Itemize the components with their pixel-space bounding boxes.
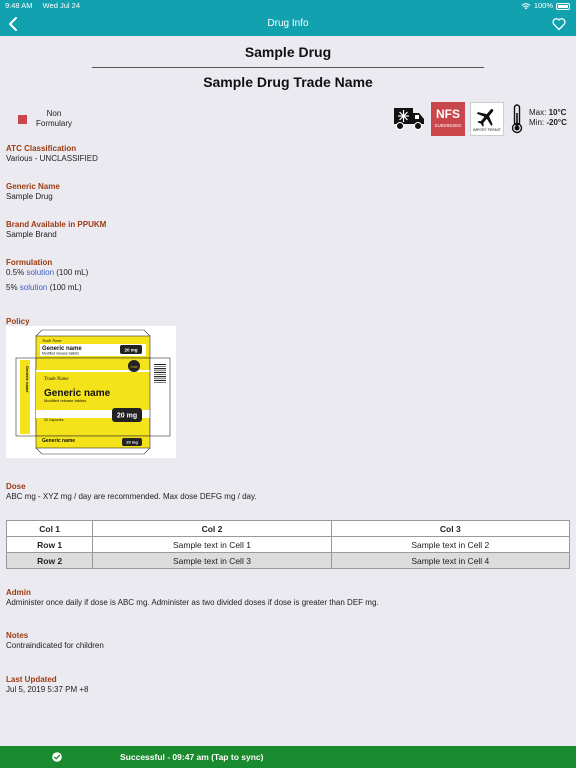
storage-temperature: Max: 10°C Min: -20°C [529, 108, 567, 128]
formulation-section: Formulation 0.5% solution (100 mL) 5% so… [6, 258, 88, 293]
title-divider [92, 67, 484, 68]
formulation-item: 0.5% solution (100 mL) [6, 268, 88, 278]
notes-value: Contraindicated for children [6, 641, 104, 650]
airplane-icon [476, 109, 494, 127]
check-circle-icon [52, 752, 62, 762]
table-cell: Sample text in Cell 2 [330, 536, 571, 553]
table-cell: Sample text in Cell 3 [92, 552, 332, 569]
nav-title: Drug Info [267, 18, 309, 29]
table-cell: Sample text in Cell 1 [92, 536, 332, 553]
table-cell: Sample text in Cell 4 [330, 552, 571, 569]
table-cell: Row 2 [5, 552, 94, 569]
last-updated-label: Last Updated [6, 675, 57, 684]
status-right: 100% [521, 0, 570, 12]
formulary-color-swatch [18, 115, 27, 124]
sync-bar[interactable]: Successful - 09:47 am (Tap to sync) [0, 746, 576, 768]
svg-text:30 Capsules: 30 Capsules [44, 418, 64, 422]
notes-section: Notes Contraindicated for children [6, 631, 104, 651]
battery-percent: 100% [533, 1, 553, 10]
formulation-item: 5% solution (100 mL) [6, 283, 88, 293]
wifi-icon [521, 3, 531, 10]
status-bar: 9:48 AM Wed Jul 24 100% [0, 0, 576, 12]
dose-label: Dose [6, 482, 26, 491]
nfs-subsidized-badge: NFS SUBSIDIZED [431, 102, 465, 136]
svg-text:Generic name: Generic name [25, 366, 30, 393]
table-header: Col 2 [92, 520, 332, 537]
temp-min-value: -20°C [546, 118, 567, 127]
formulation-strength: 0.5% [6, 268, 27, 277]
formulary-line1: Non [46, 109, 62, 118]
formulary-label: Non Formulary [31, 109, 77, 129]
svg-text:Modified release tablets: Modified release tablets [44, 398, 86, 403]
svg-text:Generic name: Generic name [42, 438, 75, 444]
last-updated-value: Jul 5, 2019 5:37 PM +8 [6, 685, 89, 694]
status-date: Wed Jul 24 [42, 1, 81, 10]
drug-name: Sample Drug [244, 44, 332, 60]
generic-value: Sample Drug [6, 192, 53, 201]
drug-trade-name: Sample Drug Trade Name [203, 74, 373, 90]
table-row: Row 1 Sample text in Cell 1 Sample text … [5, 536, 571, 553]
formulary-line2: Formulary [35, 119, 72, 128]
heart-icon[interactable] [552, 17, 566, 31]
svg-text:Logo: Logo [129, 365, 137, 369]
table-cell: Row 1 [5, 536, 94, 553]
cold-chain-truck-icon [394, 108, 424, 130]
table-header-row: Col 1 Col 2 Col 3 [5, 520, 571, 537]
policy-package-image[interactable]: Trade Name Generic name Modified release… [6, 326, 176, 458]
temp-min-label: Min: [529, 118, 545, 127]
temp-max-value: 10°C [548, 108, 567, 117]
status-time: 9:48 AM [5, 1, 33, 10]
atc-value: Various - UNCLASSIFIED [6, 154, 98, 163]
package-trade-top: Trade Name [42, 338, 62, 343]
formulation-label: Formulation [6, 258, 53, 267]
brand-value: Sample Brand [6, 230, 57, 239]
table-header: Col 3 [330, 520, 571, 537]
admin-label: Admin [6, 588, 31, 597]
svg-text:Modified release tablets: Modified release tablets [42, 352, 79, 356]
admin-section: Admin Administer once daily if dose is A… [6, 588, 566, 608]
status-left: 9:48 AM Wed Jul 24 [5, 0, 88, 12]
atc-label: ATC Classification [6, 144, 77, 153]
formulation-link[interactable]: solution [26, 268, 54, 277]
temp-max-label: Max: [529, 108, 547, 117]
notes-label: Notes [6, 631, 29, 640]
thermometer-icon [511, 104, 523, 134]
sync-status-text: Successful - 09:47 am (Tap to sync) [120, 752, 264, 762]
formulation-volume: (100 mL) [54, 268, 89, 277]
svg-text:20 mg: 20 mg [117, 413, 137, 420]
generic-label: Generic Name [6, 182, 60, 191]
formulation-volume: (100 mL) [47, 283, 82, 292]
table-row: Row 2 Sample text in Cell 3 Sample text … [5, 552, 571, 569]
brand-label: Brand Available in PPUKM [6, 220, 107, 229]
brand-section: Brand Available in PPUKM Sample Brand [6, 220, 106, 240]
formulation-link[interactable]: solution [20, 283, 48, 292]
nfs-subtext: SUBSIDIZED [434, 123, 462, 128]
svg-text:20 mg: 20 mg [126, 440, 138, 445]
atc-section: ATC Classification Various - UNCLASSIFIE… [6, 144, 98, 164]
admin-value: Administer once daily if dose is ABC mg.… [6, 598, 379, 607]
dose-section: Dose ABC mg - XYZ mg / day are recommend… [6, 482, 257, 502]
dose-value: ABC mg - XYZ mg / day are recommended. M… [6, 492, 257, 501]
svg-text:20 mg: 20 mg [124, 348, 137, 353]
nav-bar: Drug Info [0, 12, 576, 36]
package-trade: Trade Name [44, 377, 69, 382]
table-header: Col 1 [5, 520, 94, 537]
formulary-status: Non Formulary [18, 109, 77, 129]
last-updated-section: Last Updated Jul 5, 2019 5:37 PM +8 [6, 675, 89, 695]
nfs-text: NFS [436, 107, 460, 121]
formulation-strength: 5% [6, 283, 20, 292]
import-permit-badge: IMPORT PERMIT [470, 102, 504, 136]
import-permit-text: IMPORT PERMIT [473, 128, 501, 132]
battery-icon [556, 2, 570, 10]
generic-section: Generic Name Sample Drug [6, 182, 60, 202]
dosage-table: Col 1 Col 2 Col 3 Row 1 Sample text in C… [5, 520, 571, 569]
